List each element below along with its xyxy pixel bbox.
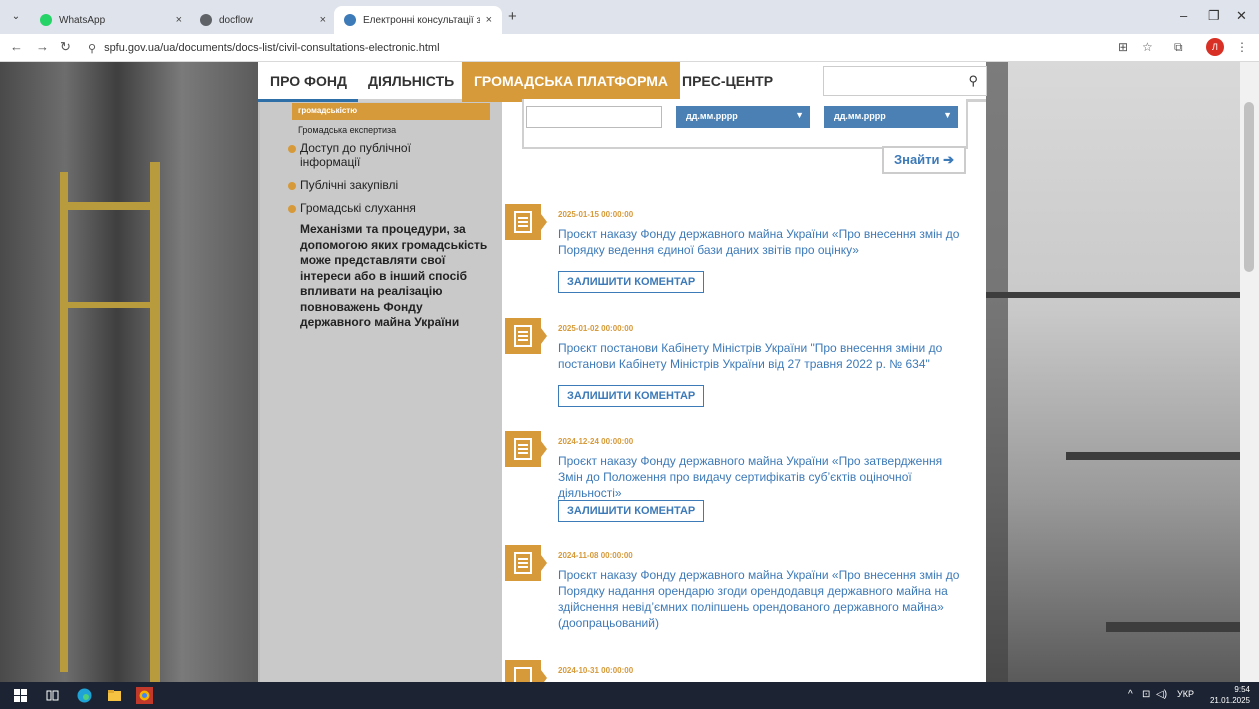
document-date: 2024-12-24 00:00:00 bbox=[558, 437, 634, 446]
bullet-icon bbox=[288, 182, 296, 190]
task-view-icon[interactable] bbox=[44, 687, 61, 704]
site-search-input[interactable]: ⚲ bbox=[823, 66, 987, 96]
tab-docflow[interactable]: docflow × bbox=[190, 6, 336, 34]
nav-hromadska-platforma[interactable]: ГРОМАДСЬКА ПЛАТФОРМА bbox=[462, 62, 681, 102]
network-icon[interactable]: ⊡ bbox=[1142, 689, 1150, 700]
document-icon bbox=[505, 660, 547, 682]
menu-dots-icon[interactable]: ⋮ bbox=[1236, 40, 1248, 54]
date-from-select[interactable]: дд.мм.рррр ▼ bbox=[676, 106, 810, 128]
document-item: 2025-01-02 00:00:00 Проєкт постанови Каб… bbox=[505, 318, 975, 418]
leave-comment-button[interactable]: ЗАЛИШИТИ КОМЕНТАР bbox=[558, 500, 705, 522]
bookmark-star-icon[interactable]: ☆ bbox=[1142, 40, 1153, 54]
background-photo-left bbox=[0, 62, 260, 682]
close-icon[interactable]: × bbox=[486, 14, 492, 26]
background-photo-right bbox=[986, 62, 1240, 682]
date-to-select[interactable]: дд.мм.рррр ▼ bbox=[824, 106, 958, 128]
extensions-icon[interactable]: ⧉ bbox=[1174, 40, 1183, 55]
tab-whatsapp[interactable]: WhatsApp × bbox=[30, 6, 192, 34]
document-item: 2025-01-15 00:00:00 Проєкт наказу Фонду … bbox=[505, 204, 975, 304]
document-item: 2024-10-31 00:00:00 bbox=[505, 660, 975, 682]
new-tab-plus-icon[interactable]: + bbox=[508, 8, 517, 25]
document-title-link[interactable]: Проєкт наказу Фонду державного майна Укр… bbox=[558, 567, 968, 631]
browser-tab-bar: ⌄ WhatsApp × docflow × Електронні консул… bbox=[0, 0, 1259, 34]
document-date: 2024-10-31 00:00:00 bbox=[558, 666, 634, 675]
document-icon bbox=[505, 204, 547, 240]
document-date: 2025-01-02 00:00:00 bbox=[558, 324, 634, 333]
restore-icon[interactable]: ❐ bbox=[1208, 8, 1220, 24]
sidebar-item-dostup[interactable]: Доступ до публічної інформації bbox=[288, 141, 448, 169]
document-icon bbox=[505, 545, 547, 581]
sidebar-item-zakupivli[interactable]: Публічні закупівлі bbox=[288, 178, 398, 192]
document-title-link[interactable]: Проєкт наказу Фонду державного майна Укр… bbox=[558, 453, 968, 501]
system-clock[interactable]: 9:54 21.01.2025 bbox=[1208, 684, 1250, 706]
document-item: 2024-12-24 00:00:00 Проєкт наказу Фонду … bbox=[505, 431, 975, 531]
scrollbar-thumb[interactable] bbox=[1244, 102, 1254, 272]
windows-start-icon[interactable] bbox=[12, 687, 29, 704]
bullet-icon bbox=[288, 145, 296, 153]
tab-search-chevron-icon[interactable]: ⌄ bbox=[8, 9, 24, 25]
translate-icon[interactable]: ⊞ bbox=[1118, 40, 1128, 54]
search-icon[interactable]: ⚲ bbox=[968, 73, 978, 89]
tab-consultations[interactable]: Електронні консультації з гром × bbox=[334, 6, 502, 34]
dropdown-arrow-icon: ▼ bbox=[943, 110, 952, 120]
reload-icon[interactable]: ↻ bbox=[60, 39, 71, 55]
document-icon bbox=[505, 431, 547, 467]
tray-chevron-icon[interactable]: ^ bbox=[1128, 689, 1133, 700]
nav-diyalnist[interactable]: ДІЯЛЬНІСТЬ bbox=[368, 62, 454, 102]
site-info-icon[interactable]: ⚲ bbox=[88, 42, 96, 55]
input-language[interactable]: УКР bbox=[1177, 689, 1194, 699]
document-title-link[interactable]: Проєкт постанови Кабінету Міністрів Укра… bbox=[558, 340, 968, 372]
volume-icon[interactable]: ◁) bbox=[1156, 689, 1167, 700]
main-navigation: ПРО ФОНД ДІЯЛЬНІСТЬ ГРОМАДСЬКА ПЛАТФОРМА… bbox=[258, 62, 987, 102]
dropdown-arrow-icon: ▼ bbox=[795, 110, 804, 120]
globe-icon bbox=[200, 14, 212, 26]
sidebar-item-hromadska-ekspertyza[interactable]: Громадська експертиза bbox=[298, 125, 396, 135]
close-window-icon[interactable]: ✕ bbox=[1236, 8, 1247, 24]
back-arrow-icon[interactable]: ← bbox=[10, 39, 23, 54]
document-date: 2024-11-08 00:00:00 bbox=[558, 551, 633, 560]
close-icon[interactable]: × bbox=[320, 14, 326, 26]
address-bar: ← → ↻ ⚲ spfu.gov.ua/ua/documents/docs-li… bbox=[0, 34, 1259, 62]
bullet-icon bbox=[288, 205, 296, 213]
url-field[interactable]: ⚲ spfu.gov.ua/ua/documents/docs-list/civ… bbox=[88, 37, 1098, 59]
leave-comment-button[interactable]: ЗАЛИШИТИ КОМЕНТАР bbox=[558, 271, 705, 293]
whatsapp-icon bbox=[40, 14, 52, 26]
keyword-filter-input[interactable] bbox=[526, 106, 662, 128]
nav-pres-tsentr[interactable]: ПРЕС-ЦЕНТР bbox=[682, 62, 773, 102]
chrome-icon[interactable] bbox=[136, 687, 153, 704]
windows-taskbar: ^ ⊡ ◁) УКР 9:54 21.01.2025 bbox=[0, 682, 1259, 709]
edge-browser-icon[interactable] bbox=[76, 687, 93, 704]
spfu-logo-icon bbox=[344, 14, 356, 26]
sidebar-active-subitem[interactable]: громадськістю bbox=[292, 103, 490, 120]
profile-avatar[interactable]: Л bbox=[1206, 38, 1224, 56]
page-scrollbar[interactable] bbox=[1240, 62, 1259, 682]
file-explorer-icon[interactable] bbox=[106, 687, 123, 704]
leave-comment-button[interactable]: ЗАЛИШИТИ КОМЕНТАР bbox=[558, 385, 705, 407]
document-icon bbox=[505, 318, 547, 354]
document-item: 2024-11-08 00:00:00 Проєкт наказу Фонду … bbox=[505, 545, 975, 645]
document-date: 2025-01-15 00:00:00 bbox=[558, 210, 634, 219]
close-icon[interactable]: × bbox=[176, 14, 182, 26]
document-title-link[interactable]: Проєкт наказу Фонду державного майна Укр… bbox=[558, 226, 968, 258]
nav-pro-fond[interactable]: ПРО ФОНД bbox=[270, 62, 347, 102]
find-button[interactable]: Знайти ➔ bbox=[882, 146, 966, 174]
forward-arrow-icon[interactable]: → bbox=[36, 39, 49, 54]
minimize-icon[interactable]: – bbox=[1180, 8, 1187, 23]
sidebar-description: Механізми та процедури, за допомогою яки… bbox=[300, 222, 488, 329]
sidebar-item-sluhannya[interactable]: Громадські слухання bbox=[288, 201, 416, 215]
